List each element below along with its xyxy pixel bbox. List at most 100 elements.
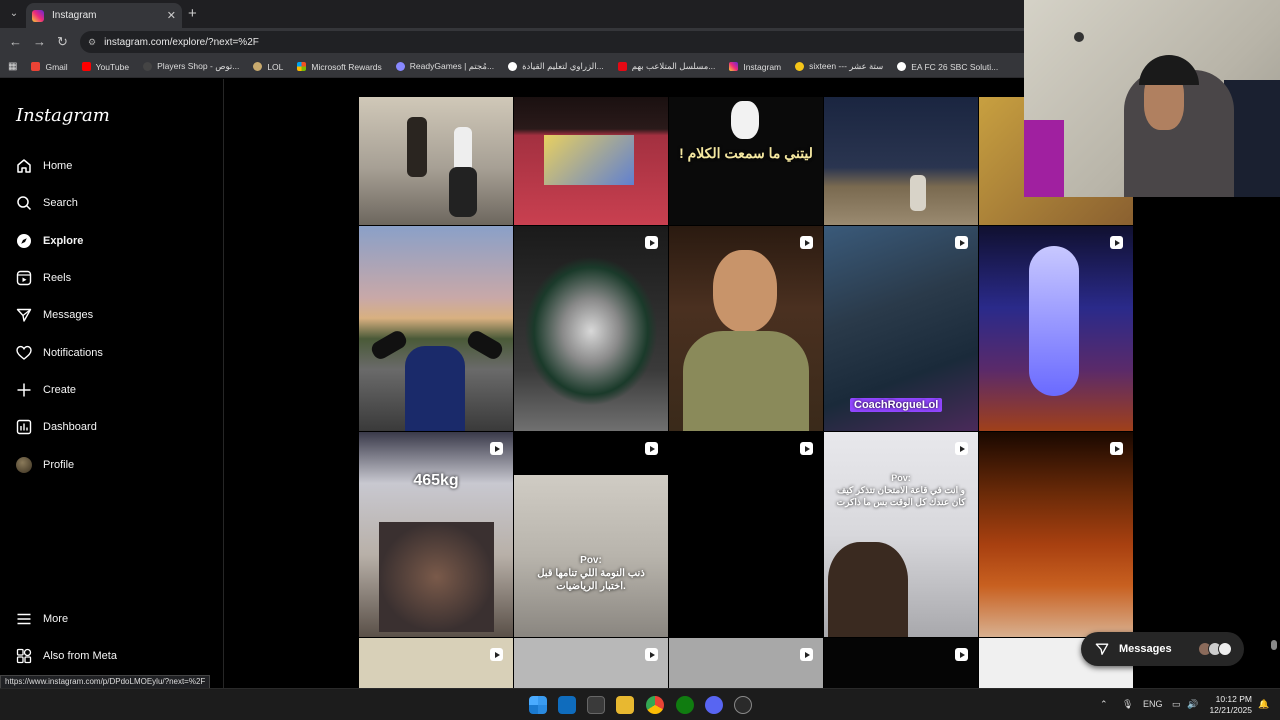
- reel-icon: [800, 236, 813, 249]
- nav-explore[interactable]: Explore: [16, 226, 206, 256]
- nav-profile[interactable]: Profile: [16, 450, 206, 480]
- explore-post[interactable]: [824, 97, 978, 225]
- bookmark-label: ReadyGames | مُجتم...: [409, 61, 495, 71]
- explore-post[interactable]: Pov: ذنب النومة اللي تنامها قبل اختبار ا…: [514, 432, 668, 637]
- explore-post[interactable]: [979, 226, 1133, 431]
- nav-messages[interactable]: Messages: [16, 300, 206, 330]
- bookmark-item[interactable]: Microsoft Rewards: [297, 62, 382, 72]
- nav-home[interactable]: Home: [16, 151, 206, 181]
- instagram-logo[interactable]: Instagram: [16, 105, 110, 126]
- xbox-icon[interactable]: [676, 696, 694, 714]
- apps-icon[interactable]: ▦: [8, 61, 17, 72]
- notification-icon[interactable]: 🔔: [1258, 699, 1269, 710]
- explore-post[interactable]: [359, 97, 513, 225]
- post-crowd: [379, 522, 494, 632]
- bookmark-item[interactable]: ReadyGames | مُجتم...: [395, 61, 495, 72]
- explore-post[interactable]: [514, 97, 668, 225]
- twitch-name-tag: CoachRogueLol: [850, 398, 943, 412]
- explore-post[interactable]: [359, 226, 513, 431]
- link-status-bar: https://www.instagram.com/p/DPdoLMOEylu/…: [0, 675, 211, 689]
- explore-post[interactable]: ! ليتني ما سمعت الكلام: [669, 97, 823, 225]
- file-explorer-icon[interactable]: [616, 696, 634, 714]
- nav-label: Reels: [43, 272, 72, 284]
- messenger-icon: [1095, 643, 1109, 655]
- explore-post[interactable]: [979, 432, 1133, 637]
- menu-icon: [17, 613, 31, 625]
- nav-label: Notifications: [43, 347, 103, 359]
- explore-post[interactable]: [669, 226, 823, 431]
- messages-floating-button[interactable]: Messages: [1081, 632, 1244, 666]
- back-icon[interactable]: ←: [9, 34, 22, 49]
- explore-post[interactable]: Pov: و انت في قاعة الامتحان تتذكر كيف كا…: [824, 432, 978, 637]
- store-icon[interactable]: [587, 696, 605, 714]
- nav-label: Profile: [43, 459, 75, 471]
- bookmark-item[interactable]: مسلسل المتلاعب بهم...: [617, 61, 715, 72]
- nav-more[interactable]: More: [16, 604, 206, 634]
- nav-label: Dashboard: [43, 421, 97, 433]
- bookmark-item[interactable]: EA FC 26 SBC Soluti...: [897, 62, 998, 72]
- nav-reels[interactable]: Reels: [16, 263, 206, 293]
- reel-icon: [800, 442, 813, 455]
- explore-post[interactable]: CoachRogueLol: [824, 226, 978, 431]
- nav-create[interactable]: Create: [16, 375, 206, 405]
- explore-post[interactable]: [669, 432, 823, 637]
- bookmark-item[interactable]: الزراوي لتعليم القيادة...: [508, 61, 604, 72]
- bookmark-item[interactable]: Instagram: [729, 62, 781, 72]
- discord-icon[interactable]: [705, 696, 723, 714]
- bookmark-label: sixteen --- ستة عشر: [809, 61, 884, 71]
- meme-face: [731, 101, 759, 139]
- chevron-up-icon[interactable]: ⌃: [1100, 699, 1108, 710]
- post-motorcycle: [524, 256, 658, 406]
- nav-search[interactable]: Search: [16, 188, 206, 218]
- clock[interactable]: 10:12 PM 12/21/2025: [1200, 694, 1252, 716]
- post-caption: Pov: ذنب النومة اللي تنامها قبل اختبار ا…: [537, 555, 645, 592]
- explore-post[interactable]: [824, 638, 978, 688]
- bookmark-label: Gmail: [45, 61, 68, 72]
- windows-taskbar: ⌃ 🎙 ENG ▭ 🔊 10:12 PM 12/21/2025 🔔: [0, 688, 1280, 720]
- new-tab-icon[interactable]: +: [188, 5, 197, 22]
- clock-date: 12/21/2025: [1209, 705, 1252, 715]
- bookmark-item[interactable]: YouTube: [81, 62, 129, 72]
- nav-notifications[interactable]: Notifications: [16, 338, 206, 368]
- explore-post[interactable]: [669, 638, 823, 688]
- search-icon: [17, 196, 32, 211]
- url-text: instagram.com/explore/?next=%2F: [104, 36, 259, 48]
- bookmark-item[interactable]: sixteen --- ستة عشر: [795, 61, 883, 72]
- reload-icon[interactable]: ↻: [57, 34, 68, 50]
- tab-search-icon[interactable]: ⌄: [6, 6, 22, 22]
- microsoft-icon: [297, 62, 307, 71]
- explore-post[interactable]: [514, 638, 668, 688]
- site-icon: [795, 62, 805, 71]
- close-tab-icon[interactable]: ✕: [167, 9, 176, 22]
- nav-also-from-meta[interactable]: Also from Meta: [16, 641, 206, 671]
- volume-icon[interactable]: 🔊: [1187, 699, 1198, 710]
- network-icon[interactable]: ▭: [1172, 699, 1181, 710]
- clock-time: 10:12 PM: [1215, 694, 1252, 704]
- heart-icon: [16, 345, 32, 360]
- instagram-sidebar: Instagram Home Search Explore Reels Mess…: [0, 79, 224, 688]
- outlook-icon[interactable]: [558, 696, 576, 714]
- forward-icon[interactable]: →: [33, 34, 46, 49]
- explore-post[interactable]: 465kg: [359, 432, 513, 637]
- bookmark-item[interactable]: LOL: [253, 62, 283, 72]
- compass-icon: [17, 234, 31, 248]
- bookmark-item[interactable]: Gmail: [31, 61, 68, 72]
- nav-dashboard[interactable]: Dashboard: [16, 412, 206, 442]
- youtube-icon: [81, 62, 91, 71]
- site-info-icon[interactable]: ⚙: [88, 37, 96, 48]
- chrome-icon[interactable]: [646, 696, 664, 714]
- explore-post[interactable]: [359, 638, 513, 688]
- scrollbar-thumb[interactable]: [1271, 640, 1277, 650]
- windows-start-icon[interactable]: [529, 696, 547, 714]
- browser-tab[interactable]: Instagram ✕: [26, 3, 182, 28]
- post-billboard: [544, 135, 634, 185]
- explore-post[interactable]: [514, 226, 668, 431]
- site-icon: [617, 62, 627, 71]
- nav-label: Create: [43, 384, 77, 396]
- post-caption: 465kg: [413, 472, 459, 489]
- microphone-icon[interactable]: 🎙: [1122, 699, 1133, 710]
- meta-icon: [16, 648, 32, 664]
- app-icon[interactable]: [734, 696, 752, 714]
- bookmark-item[interactable]: Players Shop - توص...: [143, 61, 239, 72]
- language-indicator[interactable]: ENG: [1143, 699, 1163, 709]
